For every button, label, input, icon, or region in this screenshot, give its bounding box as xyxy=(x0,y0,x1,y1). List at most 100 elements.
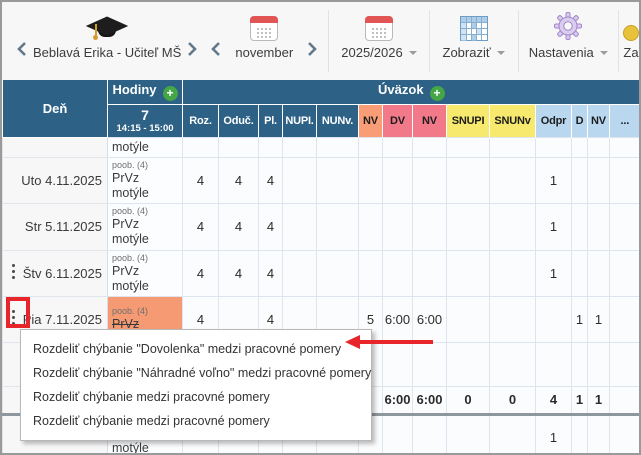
hodiny-cell[interactable]: poob. (4)PrVzmotýle xyxy=(108,250,183,296)
cell-dv[interactable] xyxy=(383,157,413,203)
cell-snunv[interactable] xyxy=(490,414,536,455)
cell-nv1[interactable] xyxy=(359,137,383,157)
cell-odpr[interactable]: 1 xyxy=(536,414,572,455)
cell-dv[interactable] xyxy=(383,250,413,296)
cell-roz[interactable]: 4 xyxy=(183,203,219,250)
menu-item-3[interactable]: Rozdeliť chýbanie medzi pracovné pomery xyxy=(21,385,371,409)
cell-nunv[interactable] xyxy=(317,203,359,250)
menu-item-4[interactable]: Rozdeliť chýbanie medzi pracovné pomery xyxy=(21,409,371,433)
cell-odpr[interactable] xyxy=(536,342,572,386)
cell-oduc[interactable] xyxy=(219,137,259,157)
cell-oduc[interactable]: 4 xyxy=(219,250,259,296)
cell-dots[interactable] xyxy=(610,296,640,342)
cell-odpr[interactable]: 1 xyxy=(536,157,572,203)
cell-snupi[interactable] xyxy=(447,296,490,342)
date-cell[interactable]: Str 5.11.2025 xyxy=(3,203,108,250)
kebab-menu-icon[interactable] xyxy=(12,264,15,267)
cell-nupi[interactable] xyxy=(283,250,317,296)
cell-roz[interactable]: 4 xyxy=(183,157,219,203)
hodiny-cell[interactable]: poob. (4)PrVzmotýle xyxy=(108,157,183,203)
cell-snupi[interactable] xyxy=(447,414,490,455)
hodiny-cell[interactable]: poob. (4)PrVzmotýle xyxy=(108,203,183,250)
cell-d[interactable] xyxy=(572,342,588,386)
cell-nv3[interactable] xyxy=(588,342,610,386)
month-selector[interactable]: november xyxy=(227,2,301,80)
cell-pl[interactable]: 4 xyxy=(259,157,283,203)
prev-teacher-button[interactable] xyxy=(10,41,33,60)
cell-nv2[interactable] xyxy=(413,137,447,157)
cell-dv[interactable] xyxy=(383,137,413,157)
cell-dots[interactable] xyxy=(610,414,640,455)
menu-item-2[interactable]: Rozdeliť chýbanie "Náhradné voľno" medzi… xyxy=(21,361,371,385)
cell-snunv[interactable]: 0 xyxy=(490,386,536,414)
cell-nv3[interactable] xyxy=(588,250,610,296)
cell-pl[interactable]: 4 xyxy=(259,250,283,296)
cutoff-toolbar-item[interactable]: Za xyxy=(623,2,639,80)
cell-snunv[interactable] xyxy=(490,342,536,386)
cell-nupi[interactable] xyxy=(283,203,317,250)
cell-snunv[interactable] xyxy=(490,203,536,250)
cell-nv3[interactable] xyxy=(588,414,610,455)
next-month-button[interactable] xyxy=(301,41,324,60)
date-cell[interactable] xyxy=(3,137,108,157)
cell-oduc[interactable]: 4 xyxy=(219,203,259,250)
view-menu[interactable]: Zobraziť xyxy=(434,2,514,80)
cell-nv3[interactable] xyxy=(588,203,610,250)
cell-d[interactable] xyxy=(572,250,588,296)
cell-nv2[interactable] xyxy=(413,203,447,250)
next-teacher-button[interactable] xyxy=(181,41,204,60)
cell-nv3[interactable] xyxy=(588,137,610,157)
cell-dots[interactable] xyxy=(610,203,640,250)
prev-month-button[interactable] xyxy=(204,41,227,60)
cell-pl[interactable] xyxy=(259,137,283,157)
menu-item-1[interactable]: Rozdeliť chýbanie "Dovolenka" medzi prac… xyxy=(21,337,371,361)
cell-dots[interactable] xyxy=(610,386,640,414)
date-cell[interactable]: Štv 6.11.2025 xyxy=(3,250,108,296)
cell-d[interactable]: 1 xyxy=(572,296,588,342)
cell-nv1[interactable] xyxy=(359,157,383,203)
cell-d[interactable]: 1 xyxy=(572,386,588,414)
cell-dots[interactable] xyxy=(610,250,640,296)
cell-nunv[interactable] xyxy=(317,250,359,296)
cell-nunv[interactable] xyxy=(317,157,359,203)
cell-nv3[interactable] xyxy=(588,157,610,203)
cell-dv[interactable] xyxy=(383,414,413,455)
cell-dots[interactable] xyxy=(610,157,640,203)
cell-nv2[interactable] xyxy=(413,414,447,455)
cell-nv2[interactable]: 6:00 xyxy=(413,386,447,414)
add-uvazok-button[interactable]: + xyxy=(430,86,445,101)
cell-nv2[interactable] xyxy=(413,157,447,203)
cell-odpr[interactable] xyxy=(536,137,572,157)
cell-snupi[interactable] xyxy=(447,137,490,157)
cell-nv3[interactable]: 1 xyxy=(588,386,610,414)
cell-snupi[interactable]: 0 xyxy=(447,386,490,414)
cell-snunv[interactable] xyxy=(490,250,536,296)
date-cell[interactable]: Uto 4.11.2025 xyxy=(3,157,108,203)
hodiny-cell[interactable]: motýle xyxy=(108,137,183,157)
settings-menu[interactable]: Nastavenia xyxy=(523,2,615,80)
cell-nv2[interactable] xyxy=(413,250,447,296)
cell-snupi[interactable] xyxy=(447,157,490,203)
cell-nv1[interactable] xyxy=(359,250,383,296)
cell-snunv[interactable] xyxy=(490,296,536,342)
cell-dv[interactable]: 6:00 xyxy=(383,386,413,414)
add-hour-button[interactable]: + xyxy=(163,86,178,101)
cell-nv1[interactable] xyxy=(359,203,383,250)
cell-pl[interactable]: 4 xyxy=(259,203,283,250)
cell-snupi[interactable] xyxy=(447,203,490,250)
cell-roz[interactable]: 4 xyxy=(183,250,219,296)
cell-dv[interactable] xyxy=(383,203,413,250)
cell-snunv[interactable] xyxy=(490,137,536,157)
cell-d[interactable] xyxy=(572,414,588,455)
cell-nunv[interactable] xyxy=(317,137,359,157)
school-year-selector[interactable]: 2025/2026 xyxy=(333,2,425,80)
cell-nv3[interactable]: 1 xyxy=(588,296,610,342)
cell-oduc[interactable]: 4 xyxy=(219,157,259,203)
cell-odpr[interactable] xyxy=(536,296,572,342)
cell-odpr[interactable]: 4 xyxy=(536,386,572,414)
cell-nupi[interactable] xyxy=(283,157,317,203)
cell-snupi[interactable] xyxy=(447,250,490,296)
cell-d[interactable] xyxy=(572,157,588,203)
cell-d[interactable] xyxy=(572,137,588,157)
cell-dots[interactable] xyxy=(610,342,640,386)
